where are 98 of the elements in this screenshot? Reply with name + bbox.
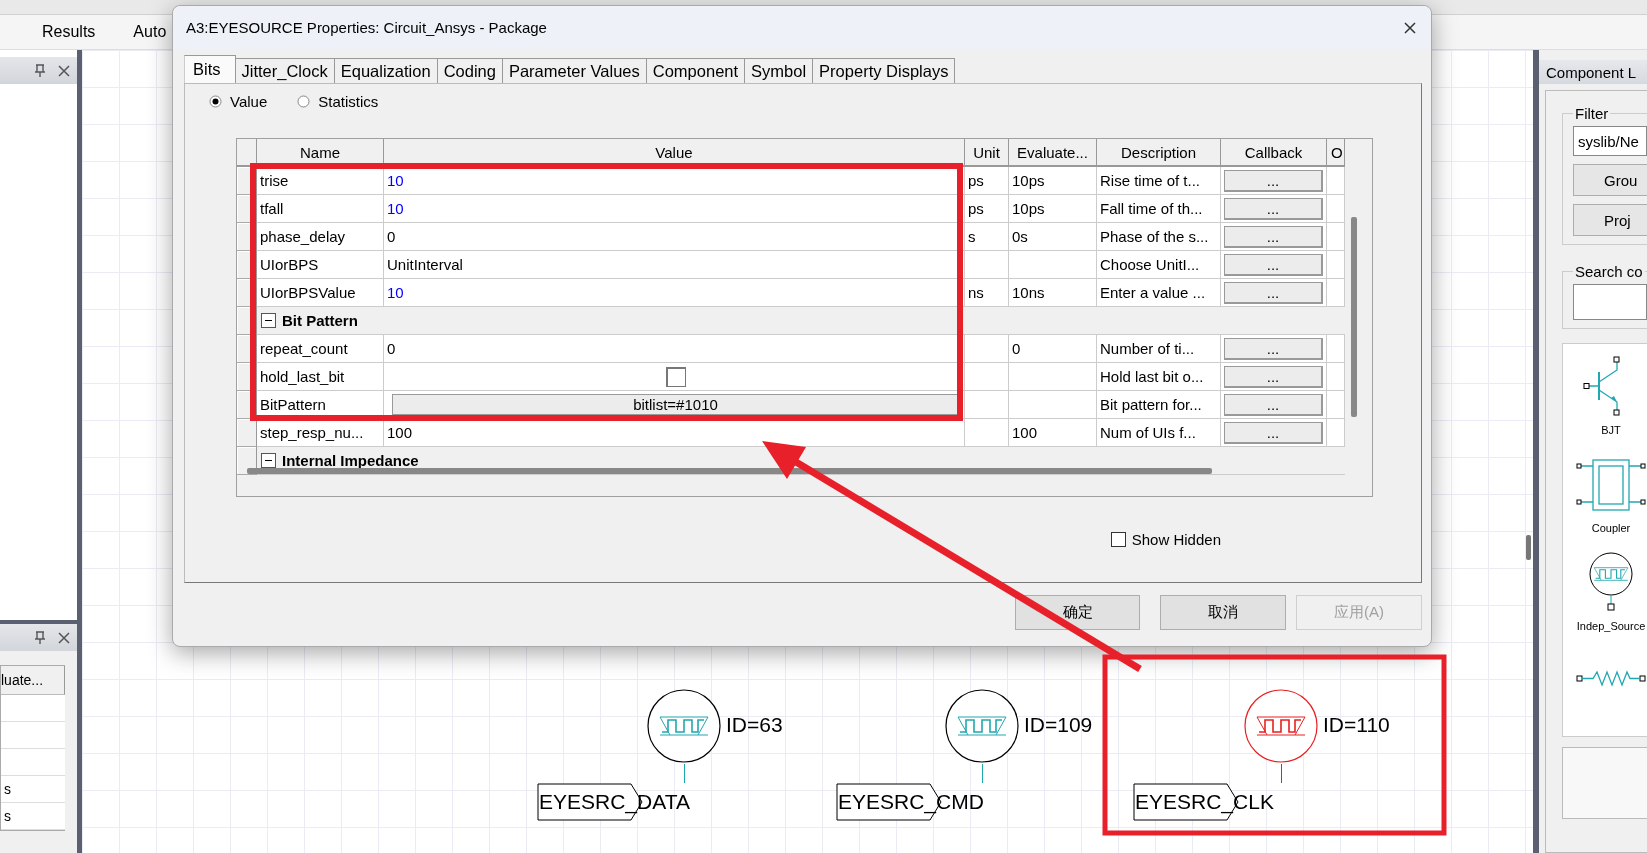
table-cell: Bit pattern for... [1097,391,1221,419]
id-label: ID=109 [1024,713,1093,737]
column-header: O [1327,139,1345,167]
table-cell: phase_delay [257,223,384,251]
tab[interactable]: Parameter Values [502,58,647,83]
table-cell[interactable]: 10 [384,167,965,195]
table-cell: Fall time of th... [1097,195,1221,223]
panel-title: Component L [1539,60,1647,84]
group-label: Internal Impedance [282,452,419,469]
callback-button[interactable]: ... [1224,281,1323,304]
table-cell: Rise time of t... [1097,167,1221,195]
tab[interactable]: Component [646,58,746,83]
table-cell: 0 [1009,335,1097,363]
menu-item[interactable]: Results [42,23,96,41]
collapse-icon[interactable] [261,313,276,328]
group-label: Filter [1574,105,1610,122]
filter-button[interactable]: Grou [1573,164,1647,196]
table-cell[interactable]: 10 [384,195,965,223]
table-cell: Number of ti... [1097,335,1221,363]
tab[interactable]: Equalization [334,58,438,83]
tab[interactable]: Jitter_Clock [235,58,335,83]
table-cell: s [1,803,65,830]
search-field[interactable] [1573,284,1647,320]
table-cell[interactable]: UnitInterval [384,251,965,279]
component-label: Coupler [1591,522,1631,534]
window-title: A3:EYESOURCE Properties: Circuit_Ansys - Package [186,19,547,36]
source-symbol[interactable] [944,688,1020,764]
table-cell: 10ps [1009,195,1097,223]
table-cell: UIorBPS [257,251,384,279]
table-cell[interactable]: 0 [384,335,965,363]
table-cell: s [965,223,1009,251]
close-icon[interactable] [57,63,71,78]
callback-button[interactable]: ... [1224,169,1323,192]
wire [982,764,983,783]
show-hidden-checkbox[interactable]: Show Hidden [1110,531,1221,548]
column-header: luate... [1,666,65,695]
callback-button[interactable]: ... [1224,225,1323,248]
wire [1281,764,1282,783]
scrollbar[interactable] [247,468,1212,474]
value-button[interactable]: bitlist=#1010 [392,393,960,416]
column-header: Unit [965,139,1009,167]
table-cell: ns [965,279,1009,307]
column-header: Description [1097,139,1221,167]
table-cell: hold_last_bit [257,363,384,391]
wire [684,764,685,783]
component-label: Indep_Source [1576,620,1646,632]
column-header: Callback [1221,139,1327,167]
callback-button[interactable]: ... [1224,393,1323,416]
tab[interactable]: Coding [437,58,503,83]
table-cell[interactable]: 10 [384,279,965,307]
table-cell: Enter a value ... [1097,279,1221,307]
table-cell: Hold last bit o... [1097,363,1221,391]
close-icon[interactable] [1403,20,1417,35]
collapse-icon[interactable] [261,453,276,468]
table-cell: Num of UIs f... [1097,419,1221,447]
component-label: BJT [1601,424,1621,436]
table-cell: 100 [1009,419,1097,447]
table-cell: step_resp_nu... [257,419,384,447]
radio-option[interactable]: Value [209,92,268,110]
table-cell: 10ns [1009,279,1097,307]
radio-option[interactable]: Statistics [297,92,379,110]
table-cell: tfall [257,195,384,223]
callback-button[interactable]: ... [1224,421,1323,444]
menu-item[interactable]: Auto [133,23,167,41]
dialog-button[interactable]: 取消 [1160,595,1286,630]
table-cell: UIorBPSValue [257,279,384,307]
callback-button[interactable]: ... [1224,197,1323,220]
table-cell: 0s [1009,223,1097,251]
column-header: Evaluate... [1009,139,1097,167]
table-cell: Choose UnitI... [1097,251,1221,279]
table-cell[interactable]: 0 [384,223,965,251]
table-cell: trise [257,167,384,195]
table-cell: ps [965,195,1009,223]
callback-button[interactable]: ... [1224,253,1323,276]
tab[interactable]: Bits [184,55,236,83]
group-label: Search co [1574,263,1644,280]
table-cell[interactable]: 100 [384,419,965,447]
pin-icon[interactable] [33,63,47,78]
tab[interactable]: Symbol [745,58,814,83]
tab[interactable]: Property Displays [813,58,956,83]
scrollbar[interactable] [1351,217,1357,417]
table-cell: s [1,776,65,803]
table-cell: repeat_count [257,335,384,363]
id-label: ID=63 [726,713,783,737]
filter-button[interactable]: Proj [1573,204,1647,236]
table-cell: Phase of the s... [1097,223,1221,251]
pin-icon[interactable] [33,630,47,645]
checkbox[interactable] [665,366,686,387]
id-label: ID=110 [1323,713,1390,737]
filter-field[interactable]: syslib/Ne [1573,126,1647,156]
table-cell: ps [965,167,1009,195]
callback-button[interactable]: ... [1224,365,1323,388]
callback-button[interactable]: ... [1224,337,1323,360]
group-label: Bit Pattern [282,312,358,329]
close-icon[interactable] [57,630,71,645]
table-cell: 10ps [1009,167,1097,195]
source-symbol[interactable] [646,688,722,764]
splitter-handle[interactable] [1526,535,1531,560]
